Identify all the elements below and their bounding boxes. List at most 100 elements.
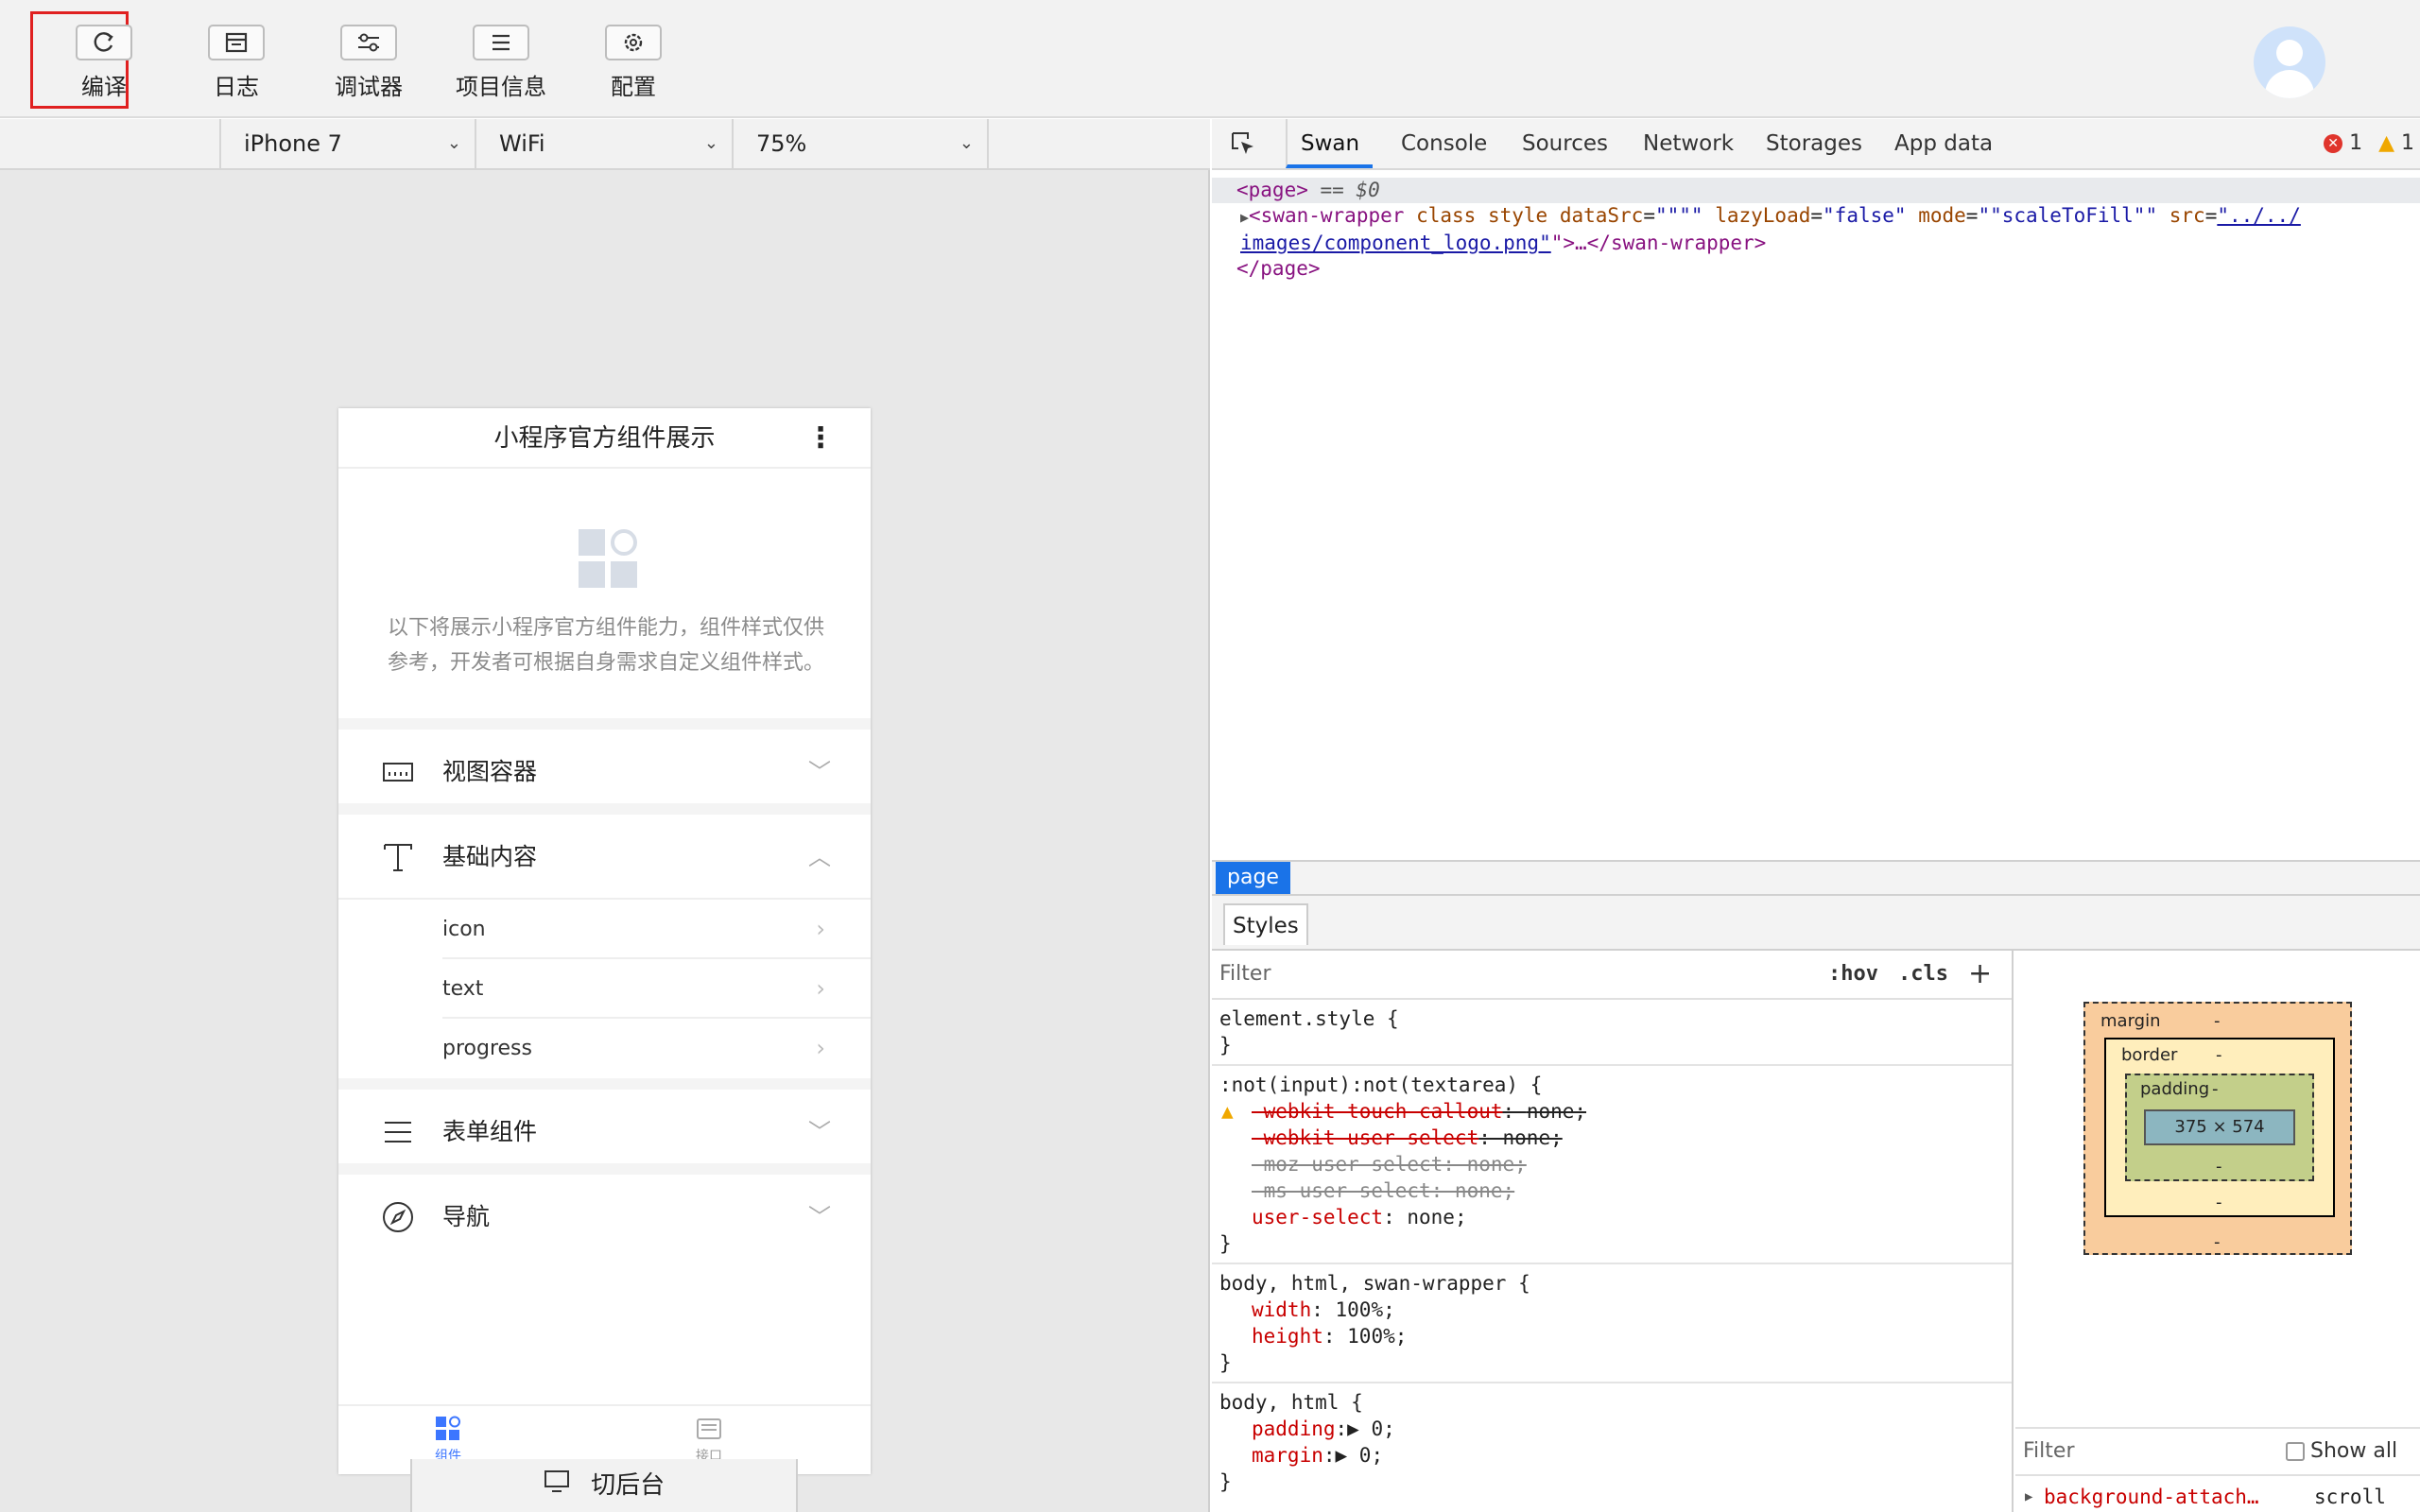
list-item-text[interactable]: text ›: [442, 959, 871, 1019]
border-box: border - - padding - - 375 × 574: [2104, 1038, 2335, 1217]
attr-datasrc: dataSrc: [1559, 204, 1644, 227]
section-title: 导航: [442, 1203, 491, 1230]
tab-app-data[interactable]: App data: [1894, 119, 1993, 168]
style-prop[interactable]: margin:▶ 0;: [1219, 1442, 2012, 1469]
tab-swan[interactable]: Swan: [1286, 119, 1374, 168]
device-select[interactable]: iPhone 7 ⌄: [219, 119, 475, 168]
list-item-progress[interactable]: progress ›: [442, 1019, 871, 1078]
add-rule-icon[interactable]: +: [1968, 951, 1992, 998]
top-toolbar: 编译 日志 调试器 项目信息 配置: [0, 0, 2420, 118]
section-view-container[interactable]: 视图容器 ﹀: [338, 730, 871, 815]
section-title: 表单组件: [442, 1118, 538, 1145]
src-link-cont[interactable]: images/component_logo.png": [1240, 232, 1551, 254]
view-container-icon: [383, 763, 413, 782]
issue-counter[interactable]: ✕ 1 ▲ 1: [2324, 119, 2414, 168]
tab-network[interactable]: Network: [1643, 119, 1734, 168]
expand-triangle-icon[interactable]: ▶: [1240, 209, 1249, 226]
page-close-tag: </page>: [1236, 257, 1321, 280]
tab-styles[interactable]: Styles: [1223, 903, 1308, 945]
element-line-page[interactable]: <page> == $0: [1212, 178, 2420, 203]
cls-toggle[interactable]: .cls: [1898, 951, 1948, 998]
project-info-label: 项目信息: [456, 74, 546, 100]
attr-src: src: [2169, 204, 2205, 227]
rule-close: }: [1219, 1470, 1232, 1493]
section-form[interactable]: 表单组件 ﹀: [338, 1090, 871, 1175]
tab-console[interactable]: Console: [1401, 119, 1487, 168]
style-prop[interactable]: -webkit-user-select: none;: [1219, 1125, 2012, 1151]
tab-components[interactable]: 组件: [382, 1416, 514, 1465]
section-navigation[interactable]: 导航 ﹀: [338, 1175, 871, 1260]
chevron-down-icon: ﹀: [808, 1204, 831, 1230]
refresh-icon: [76, 25, 132, 60]
val-mode: ""scaleToFill"": [1978, 204, 2158, 227]
avatar[interactable]: [2254, 26, 2325, 98]
chevron-down-icon: ⌄: [446, 133, 461, 153]
style-prop[interactable]: width: 100%;: [1219, 1297, 2012, 1323]
style-rule: body, html { padding:▶ 0; margin:▶ 0; }: [1212, 1383, 2012, 1501]
style-prop[interactable]: -moz-user-select: none;: [1219, 1151, 2012, 1177]
zoom-value: 75%: [756, 130, 807, 157]
checkbox[interactable]: [2286, 1442, 2305, 1461]
rule-selector: body, html, swan-wrapper {: [1219, 1272, 1530, 1295]
zoom-select[interactable]: 75% ⌄: [732, 119, 989, 168]
tab-storages[interactable]: Storages: [1766, 119, 1862, 168]
rule-selector: :not(input):not(textarea) {: [1219, 1074, 1543, 1096]
chevron-right-icon: ›: [816, 1035, 825, 1061]
error-count: 1: [2349, 131, 2363, 155]
config-button[interactable]: 配置: [577, 21, 690, 106]
tab-api[interactable]: 接口: [643, 1416, 775, 1465]
style-prop[interactable]: user-select: none;: [1219, 1204, 2012, 1230]
prop-value: 100%;: [1347, 1325, 1408, 1348]
element-line-page-close[interactable]: </page>: [1236, 256, 2420, 282]
rule-selector: body, html {: [1219, 1391, 1363, 1414]
filter-placeholder: Filter: [1219, 962, 1271, 986]
intro-block: 以下将展示小程序官方组件能力，组件样式仅供参考，开发者可根据自身需求自定义组件样…: [338, 469, 871, 730]
list-icon: [473, 25, 529, 60]
prop-name: user-select: [1252, 1206, 1384, 1228]
hov-toggle[interactable]: :hov: [1828, 951, 1878, 998]
show-all-toggle[interactable]: Show all: [2286, 1429, 2397, 1474]
background-switch-label: 切后台: [591, 1471, 666, 1500]
component-logo-icon: [579, 529, 639, 590]
filter-placeholder: Filter: [2023, 1439, 2075, 1463]
project-info-button[interactable]: 项目信息: [444, 21, 558, 106]
log-button[interactable]: 日志: [180, 21, 293, 106]
border-label: border: [2121, 1045, 2178, 1065]
api-tab-icon: [697, 1418, 721, 1439]
debugger-button[interactable]: 调试器: [312, 21, 425, 106]
simulator-bar: iPhone 7 ⌄ WiFi ⌄ 75% ⌄: [0, 119, 1210, 170]
more-icon[interactable]: ⋮: [806, 408, 835, 469]
padding-bottom-value: -: [2216, 1157, 2222, 1177]
computed-prop[interactable]: ▶ background-attach… scroll: [2015, 1482, 2420, 1512]
prop-name: -webkit-touch-callout: [1252, 1100, 1503, 1123]
attr-mode: mode: [1918, 204, 1966, 227]
section-title: 视图容器: [442, 758, 538, 785]
prop-value: ▶ 0;: [1335, 1444, 1384, 1467]
avatar-head: [2276, 40, 2303, 66]
list-item-icon[interactable]: icon ›: [442, 900, 871, 959]
style-prop[interactable]: ▲ -webkit-touch-callout: none;: [1219, 1098, 2012, 1125]
style-prop[interactable]: height: 100%;: [1219, 1323, 2012, 1349]
src-link[interactable]: "../../: [2217, 204, 2301, 227]
compile-button[interactable]: 编译: [30, 11, 161, 109]
list-item-label: progress: [442, 1037, 532, 1060]
section-title: 基础内容: [442, 843, 538, 870]
phone-screen: 小程序官方组件展示 ⋮ 以下将展示小程序官方组件能力，组件样式仅供参考，开发者可…: [338, 408, 871, 1474]
warning-icon: ▲: [1221, 1100, 1234, 1123]
breadcrumb-page[interactable]: page: [1216, 862, 1290, 894]
style-prop[interactable]: padding:▶ 0;: [1219, 1416, 2012, 1442]
wrapper-tag: <swan-wrapper: [1249, 204, 1405, 227]
background-switch-button[interactable]: 切后台: [410, 1459, 798, 1512]
style-rule: :not(input):not(textarea) { ▲ -webkit-to…: [1212, 1066, 2012, 1264]
padding-label: padding: [2140, 1079, 2210, 1099]
tab-sources[interactable]: Sources: [1522, 119, 1608, 168]
devtools-window: 编译 日志 调试器 项目信息 配置 iPhone 7 ⌄ WiFi ⌄ 75% …: [0, 0, 2420, 1512]
style-prop[interactable]: -ms-user-select: none;: [1219, 1177, 2012, 1204]
expand-triangle-icon[interactable]: ▶: [2025, 1482, 2032, 1512]
element-line-wrapper[interactable]: ▶<swan-wrapper class style dataSrc="""" …: [1236, 203, 2420, 231]
computed-filter[interactable]: Filter Show all: [2015, 1427, 2420, 1476]
network-select[interactable]: WiFi ⌄: [475, 119, 732, 168]
inspect-icon[interactable]: [1229, 119, 1259, 168]
styles-filter[interactable]: Filter :hov .cls +: [1212, 951, 2012, 1000]
section-basic-content[interactable]: 基础内容 ︿: [338, 815, 871, 900]
